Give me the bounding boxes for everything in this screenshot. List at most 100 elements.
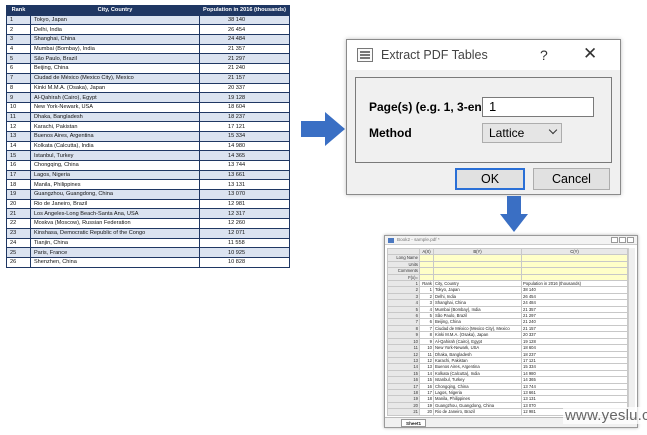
ok-button[interactable]: OK xyxy=(455,168,525,190)
worksheet-icon xyxy=(388,238,394,243)
pdf-table-row: 17 Lagos, Nigeria 13 661 xyxy=(6,169,290,181)
header-city-country: City, Country xyxy=(29,5,201,16)
pdf-table-row: 1 Tokyo, Japan 38 140 xyxy=(6,14,290,26)
watermark-text: www.yeslu.cn xyxy=(563,407,647,424)
city-cell: Ciudad de México (Mexico City), Mexico xyxy=(29,72,201,84)
worksheet-grid[interactable]: A(X) B(Y) C(Y) Long Name Units Comments F(x… xyxy=(387,247,628,416)
cancel-button[interactable]: Cancel xyxy=(533,168,610,190)
rank-cell: 11 xyxy=(6,111,31,123)
chevron-down-icon xyxy=(548,125,558,135)
pdf-table-row: 5 São Paulo, Brazil 21 297 xyxy=(6,53,290,65)
rank-cell: 10 xyxy=(6,101,31,113)
worksheet-titlebar[interactable]: Book2 - sample.pdf * xyxy=(385,236,637,245)
pdf-table-row: 24 Tianjin, China 11 558 xyxy=(6,237,290,249)
city-cell: Delhi, India xyxy=(29,24,201,36)
population-cell: 12 317 xyxy=(199,208,290,220)
population-cell: 10 828 xyxy=(199,256,290,268)
population-cell: 13 131 xyxy=(199,179,290,191)
city-cell: Moskva (Moscow), Russian Federation xyxy=(29,218,201,229)
header-rank: Rank xyxy=(6,5,31,16)
city-cell: Buenos Aires, Argentina xyxy=(29,130,201,142)
method-dropdown[interactable]: Lattice xyxy=(482,123,562,143)
city-cell: Lagos, Nigeria xyxy=(29,169,201,181)
pdf-table-row: 21 Los Angeles-Long Beach-Santa Ana, USA 1… xyxy=(6,208,290,220)
rank-cell: 16 xyxy=(6,160,31,171)
city-cell: Mumbai (Bombay), India xyxy=(29,43,201,55)
vertical-scrollbar[interactable] xyxy=(628,248,635,410)
city-cell: Istanbul, Turkey xyxy=(29,150,201,161)
city-cell: Kinshasa, Democratic Republic of the Con… xyxy=(29,227,201,239)
city-cell: Karachi, Pakistan xyxy=(29,121,201,132)
help-button[interactable]: ? xyxy=(540,47,548,63)
maximize-icon[interactable] xyxy=(619,237,626,243)
method-value: Lattice xyxy=(489,126,525,140)
worksheet-cell[interactable]: Rio de Janeiro, Brazil xyxy=(433,408,522,416)
worksheet-cell[interactable]: Rank xyxy=(419,279,434,288)
rank-cell: 20 xyxy=(6,198,31,210)
pdf-table-row: 4 Mumbai (Bombay), India 21 357 xyxy=(6,43,290,55)
city-cell: Manila, Philippines xyxy=(29,179,201,191)
pdf-table-row: 26 Shenzhen, China 10 828 xyxy=(6,256,290,268)
city-cell: Kolkata (Calcutta), India xyxy=(29,140,201,152)
rank-cell: 12 xyxy=(6,121,31,132)
population-cell: 21 357 xyxy=(199,43,290,55)
population-cell: 26 454 xyxy=(199,24,290,36)
population-cell: 21 240 xyxy=(199,63,290,74)
close-icon[interactable] xyxy=(627,237,634,243)
dialog-titlebar: Extract PDF Tables ? ✕ xyxy=(347,40,620,70)
pdf-table-row: 18 Manila, Philippines 13 131 xyxy=(6,179,290,191)
worksheet-cell[interactable]: 20 xyxy=(419,408,434,416)
pdf-table-row: 14 Kolkata (Calcutta), India 14 980 xyxy=(6,140,290,152)
city-cell: Tianjin, China xyxy=(29,237,201,249)
city-cell: Rio de Janeiro, Brazil xyxy=(29,198,201,210)
rank-cell: 9 xyxy=(6,92,31,103)
population-cell: 12 260 xyxy=(199,218,290,229)
rank-cell: 6 xyxy=(6,63,31,74)
right-arrow-icon xyxy=(301,112,345,146)
pages-label: Page(s) (e.g. 1, 3-end) xyxy=(369,100,494,114)
rank-cell: 25 xyxy=(6,247,31,258)
pdf-table-row: 19 Guangzhou, Guangdong, China 13 070 xyxy=(6,189,290,200)
city-cell: Al-Qahirah (Cairo), Egypt xyxy=(29,92,201,103)
close-button[interactable]: ✕ xyxy=(583,44,597,64)
rank-cell: 5 xyxy=(6,53,31,65)
rank-cell: 24 xyxy=(6,237,31,249)
worksheet-cell[interactable]: Ciudad de México (Mexico City), Mexico xyxy=(433,324,522,333)
window-controls xyxy=(610,237,634,244)
population-cell: 17 121 xyxy=(199,121,290,132)
pdf-table-row: 20 Rio de Janeiro, Brazil 12 981 xyxy=(6,198,290,210)
population-cell: 19 128 xyxy=(199,92,290,103)
city-cell: Dhaka, Bangladesh xyxy=(29,111,201,123)
pdf-table-row: 13 Buenos Aires, Argentina 15 334 xyxy=(6,130,290,142)
population-cell: 15 334 xyxy=(199,130,290,142)
pdf-table-row: 25 Paris, France 10 925 xyxy=(6,247,290,258)
worksheet-window[interactable]: Book2 - sample.pdf * A(X) B(Y) C(Y) Long… xyxy=(384,235,638,428)
city-cell: São Paulo, Brazil xyxy=(29,53,201,65)
rank-cell: 4 xyxy=(6,43,31,55)
extract-pdf-tables-dialog: Extract PDF Tables ? ✕ Page(s) (e.g. 1, … xyxy=(346,39,621,195)
rank-cell: 26 xyxy=(6,256,31,268)
population-cell: 18 604 xyxy=(199,101,290,113)
pdf-table-row: 8 Kinki M.M.A. (Osaka), Japan 20 337 xyxy=(6,82,290,94)
pdf-table-row: 16 Chongqing, China 13 744 xyxy=(6,160,290,171)
pdf-table-row: 7 Ciudad de México (Mexico City), Mexico 2… xyxy=(6,72,290,84)
rank-cell: 14 xyxy=(6,140,31,152)
pdf-table-row: 2 Delhi, India 26 454 xyxy=(6,24,290,36)
population-cell: 18 237 xyxy=(199,111,290,123)
city-cell: Los Angeles-Long Beach-Santa Ana, USA xyxy=(29,208,201,220)
pdf-table-row: 10 New York-Newark, USA 18 604 xyxy=(6,101,290,113)
row-header[interactable]: 21 xyxy=(387,408,420,416)
rank-cell: 22 xyxy=(6,218,31,229)
pages-input[interactable]: 1 xyxy=(482,97,594,117)
population-cell: 38 140 xyxy=(199,14,290,26)
city-cell: Paris, France xyxy=(29,247,201,258)
minimize-icon[interactable] xyxy=(611,237,618,243)
population-cell: 11 558 xyxy=(199,237,290,249)
rank-cell: 7 xyxy=(6,72,31,84)
population-cell: 12 071 xyxy=(199,227,290,239)
pdf-table-row: 3 Shanghai, China 24 484 xyxy=(6,34,290,45)
rank-cell: 13 xyxy=(6,130,31,142)
rank-cell: 2 xyxy=(6,24,31,36)
pdf-table-row: 9 Al-Qahirah (Cairo), Egypt 19 128 xyxy=(6,92,290,103)
sheet-tab[interactable]: Sheet1 xyxy=(401,419,427,427)
